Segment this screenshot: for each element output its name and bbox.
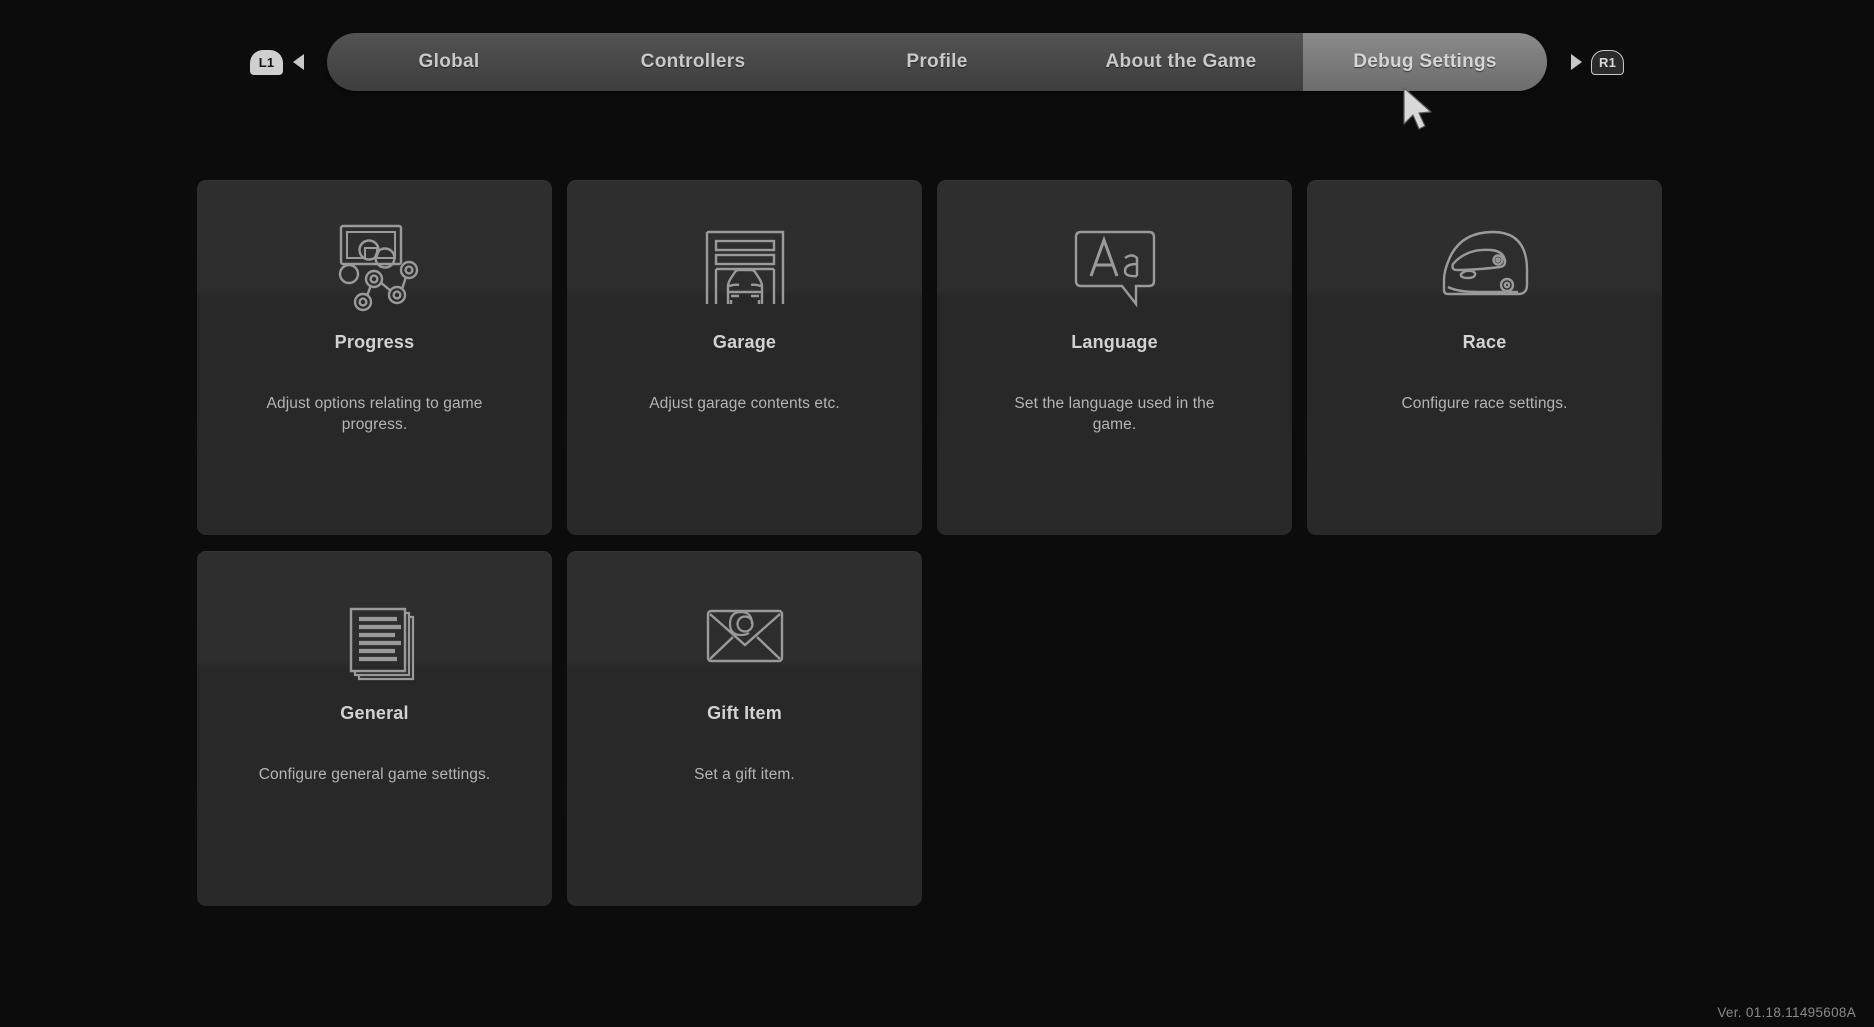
envelope-at-icon (567, 551, 922, 701)
card-gift-item-description: Set a gift item. (622, 764, 867, 785)
top-navigation-bar: L1 Global Controllers Profile About the … (0, 0, 1874, 124)
l1-shoulder-label: L1 (259, 55, 275, 70)
l1-shoulder-button[interactable]: L1 (250, 50, 283, 75)
tab-about-the-game-label: About the Game (1106, 51, 1257, 73)
tab-global[interactable]: Global (327, 33, 571, 91)
card-race[interactable]: Race Configure race settings. (1307, 180, 1662, 535)
card-progress[interactable]: Progress Adjust options relating to game… (197, 180, 552, 535)
next-tab-button[interactable] (1561, 54, 1591, 70)
progress-chart-icon (197, 180, 552, 330)
version-label: Ver. 01.18.11495608A (1717, 1005, 1856, 1020)
triangle-left-icon (293, 54, 304, 70)
card-race-description: Configure race settings. (1362, 393, 1607, 414)
card-gift-item-title: Gift Item (707, 703, 782, 724)
tab-controllers-label: Controllers (641, 51, 746, 73)
tab-profile-label: Profile (906, 51, 967, 73)
card-language-description: Set the language used in the game. (992, 393, 1237, 436)
card-language[interactable]: Language Set the language used in the ga… (937, 180, 1292, 535)
tab-debug-settings[interactable]: Debug Settings (1303, 33, 1547, 91)
tab-profile[interactable]: Profile (815, 33, 1059, 91)
card-general[interactable]: General Configure general game settings. (197, 551, 552, 906)
nav-wrapper: L1 Global Controllers Profile About the … (250, 33, 1624, 91)
settings-card-grid: Progress Adjust options relating to game… (197, 180, 1677, 906)
tab-global-label: Global (419, 51, 480, 73)
prev-tab-button[interactable] (283, 54, 313, 70)
card-garage[interactable]: Garage Adjust garage contents etc. (567, 180, 922, 535)
card-progress-description: Adjust options relating to game progress… (252, 393, 497, 436)
racing-helmet-icon (1307, 180, 1662, 330)
card-general-description: Configure general game settings. (252, 764, 497, 785)
garage-icon (567, 180, 922, 330)
card-language-title: Language (1071, 332, 1158, 353)
card-general-title: General (340, 703, 408, 724)
tab-strip: Global Controllers Profile About the Gam… (327, 33, 1547, 91)
card-gift-item[interactable]: Gift Item Set a gift item. (567, 551, 922, 906)
card-garage-description: Adjust garage contents etc. (622, 393, 867, 414)
tab-about-the-game[interactable]: About the Game (1059, 33, 1303, 91)
r1-shoulder-button[interactable]: R1 (1591, 50, 1624, 75)
tab-controllers[interactable]: Controllers (571, 33, 815, 91)
tab-debug-settings-label: Debug Settings (1353, 51, 1497, 73)
card-progress-title: Progress (335, 332, 415, 353)
documents-icon (197, 551, 552, 701)
card-race-title: Race (1463, 332, 1507, 353)
triangle-right-icon (1571, 54, 1582, 70)
r1-shoulder-label: R1 (1599, 55, 1616, 70)
language-speech-bubble-icon (937, 180, 1292, 330)
card-garage-title: Garage (713, 332, 776, 353)
